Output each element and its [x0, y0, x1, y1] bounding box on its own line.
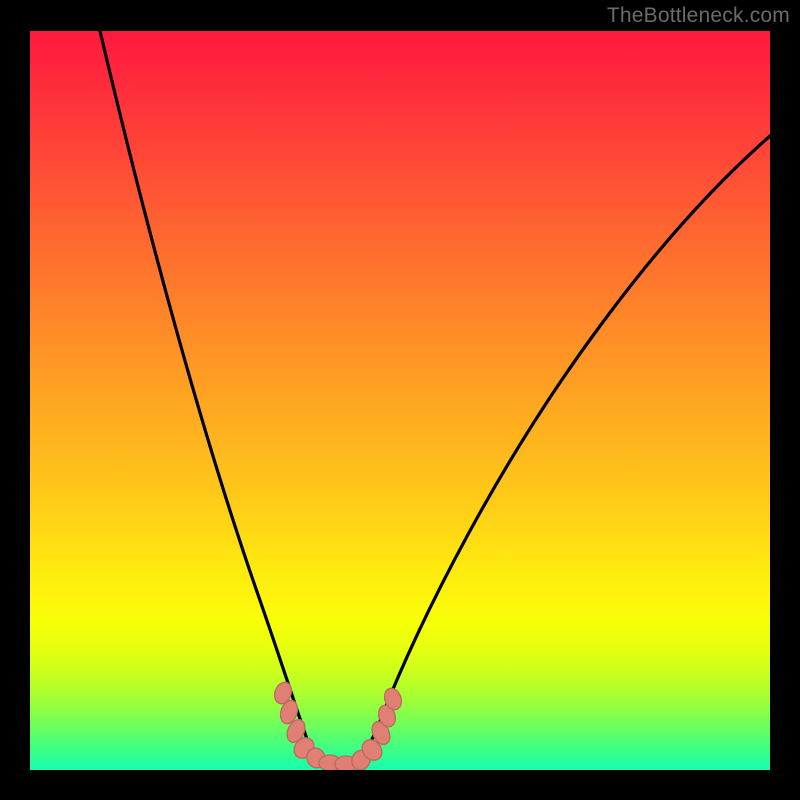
plot-area	[30, 31, 770, 770]
chart-frame: TheBottleneck.com	[0, 0, 800, 800]
watermark-text: TheBottleneck.com	[607, 4, 790, 28]
valley-chain	[30, 31, 770, 770]
